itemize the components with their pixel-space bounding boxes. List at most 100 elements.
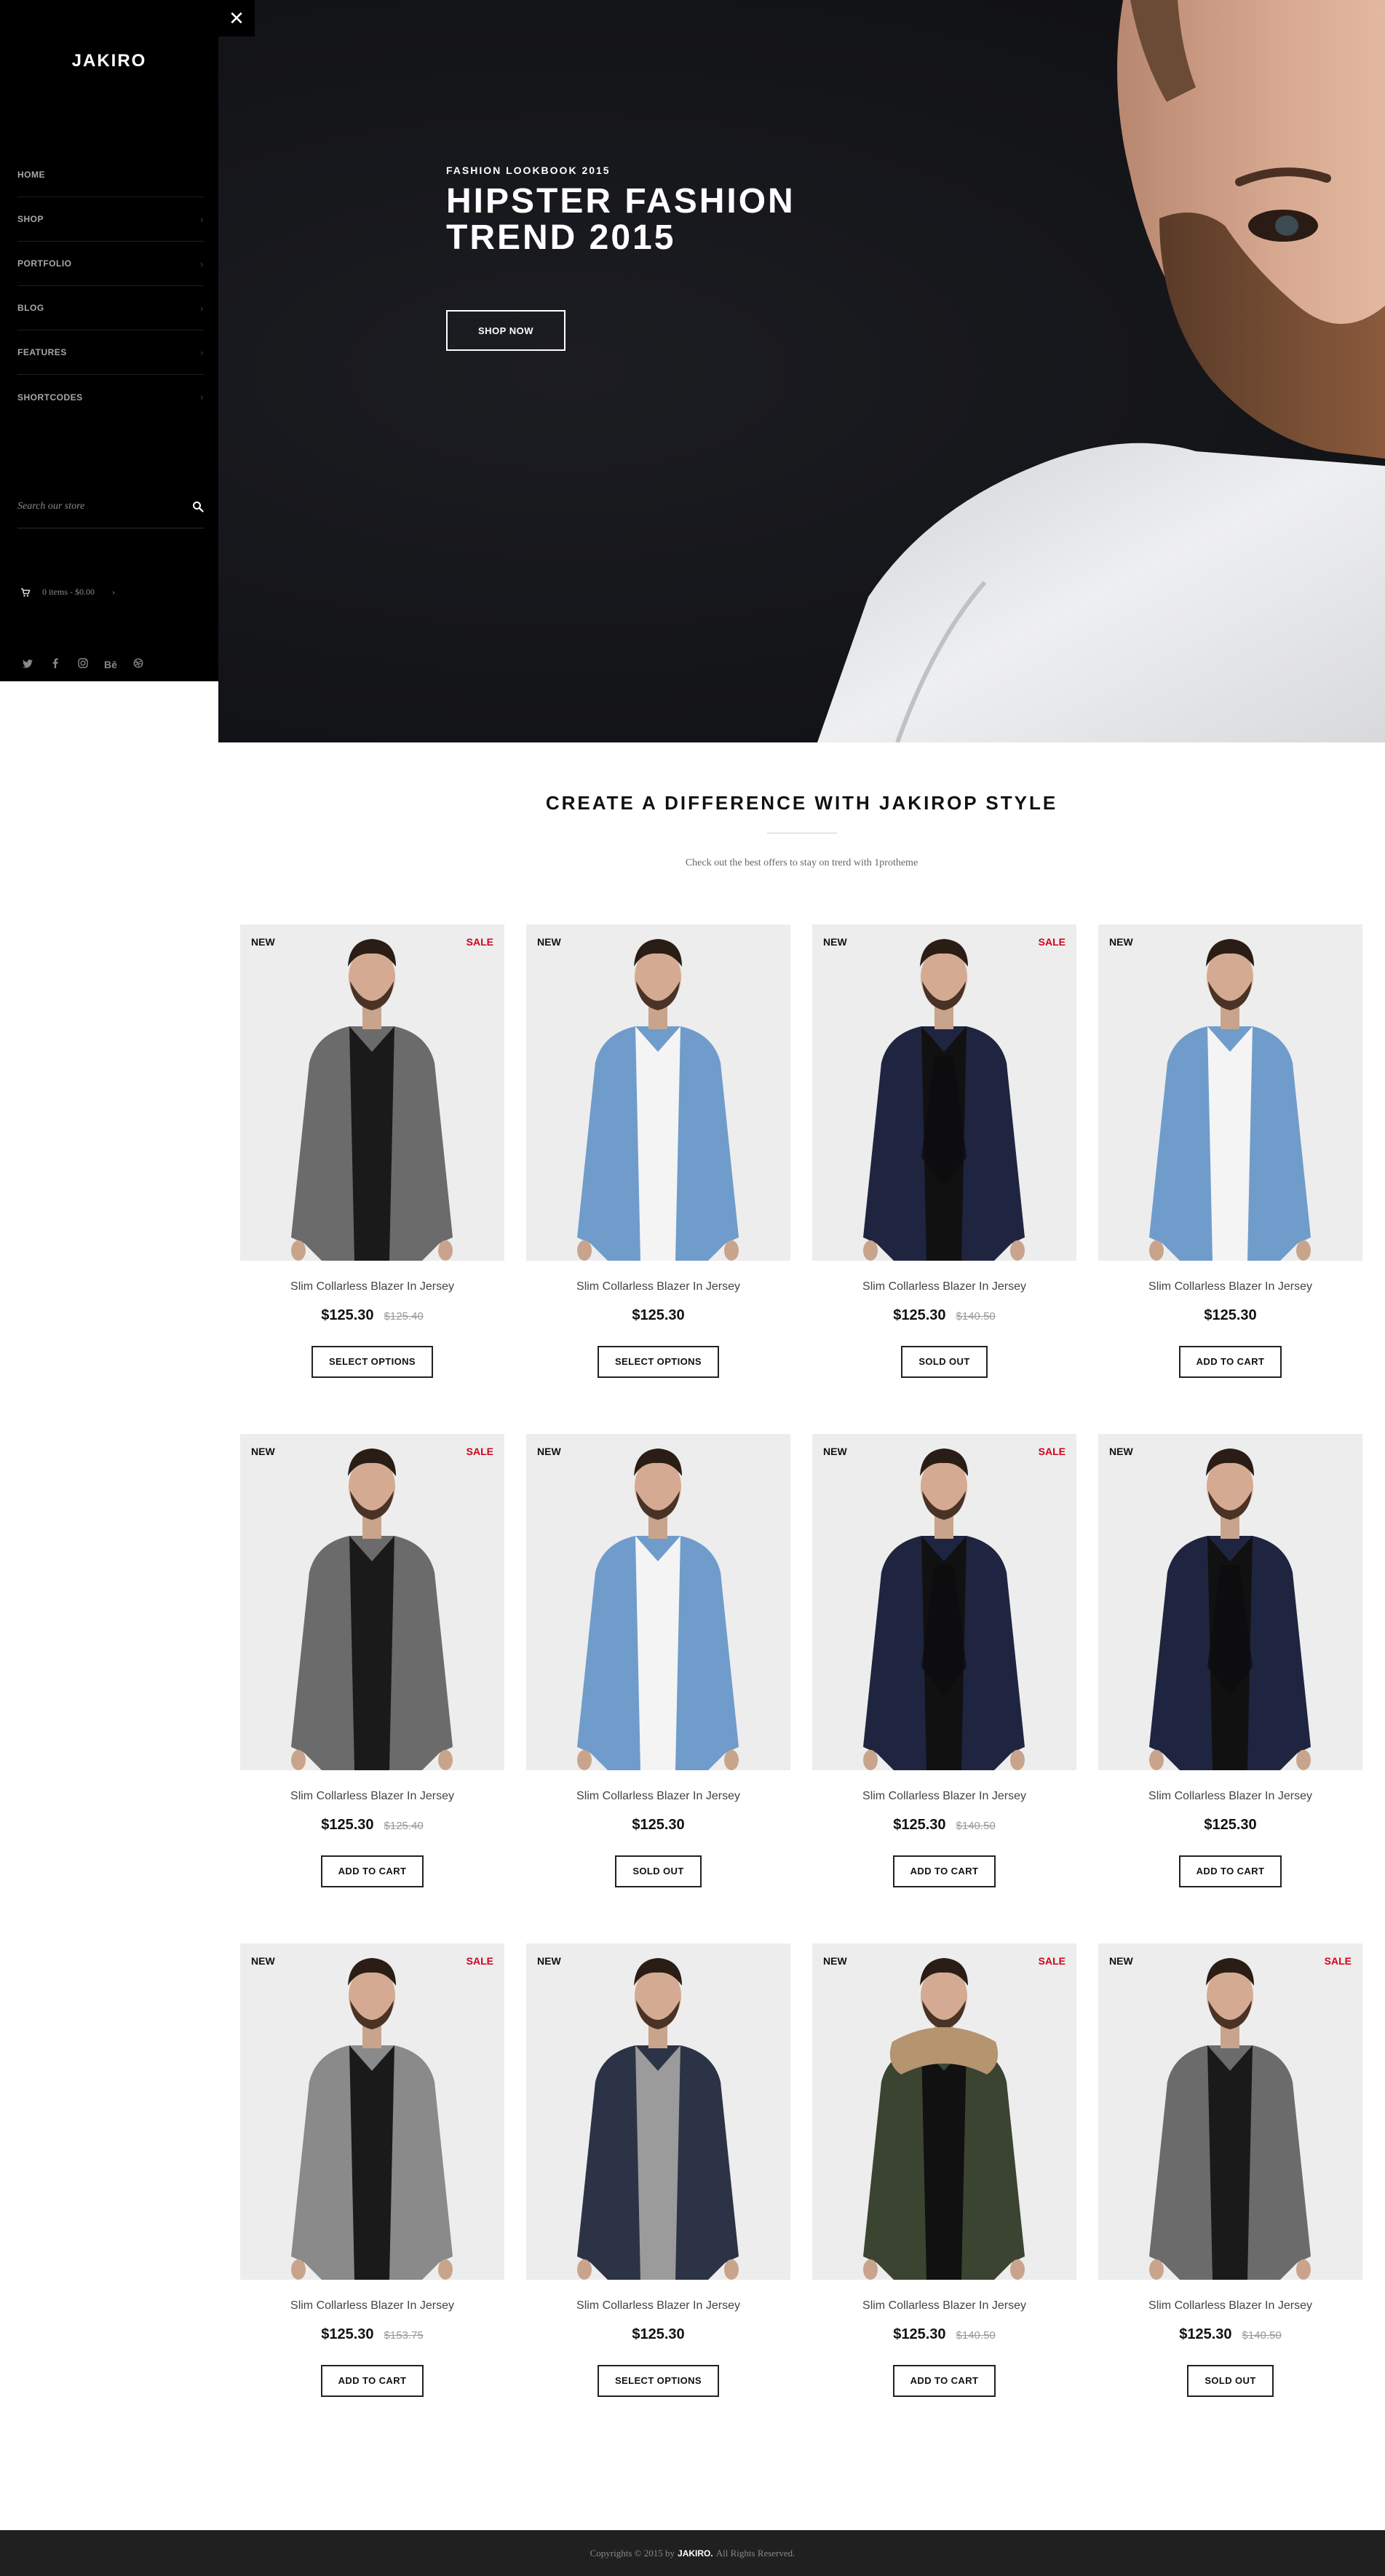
behance-icon[interactable]: Bē	[103, 659, 118, 670]
product-card: NEW Slim Collarless Blazer In Jersey $12…	[1098, 1434, 1362, 1943]
product-name[interactable]: Slim Collarless Blazer In Jersey	[240, 2299, 504, 2313]
product-price-row: $125.30	[526, 1307, 790, 1324]
product-image[interactable]: NEW	[1098, 1434, 1362, 1770]
product-name[interactable]: Slim Collarless Blazer In Jersey	[240, 1790, 504, 1803]
product-image[interactable]: NEW SALE	[812, 924, 1076, 1261]
product-model-image	[526, 1943, 790, 2280]
new-badge: NEW	[1109, 936, 1133, 948]
product-image[interactable]: NEW SALE	[240, 1943, 504, 2280]
product-action: ADD TO CART	[1098, 1346, 1362, 1378]
product-name[interactable]: Slim Collarless Blazer In Jersey	[812, 1790, 1076, 1803]
sale-badge: SALE	[466, 1955, 493, 1967]
product-action-button[interactable]: ADD TO CART	[1178, 1855, 1282, 1887]
product-model-image	[526, 1434, 790, 1770]
product-action-button[interactable]: SELECT OPTIONS	[597, 2365, 719, 2397]
product-action-button[interactable]: SOLD OUT	[615, 1855, 702, 1887]
product-name[interactable]: Slim Collarless Blazer In Jersey	[1098, 1790, 1362, 1803]
product-image[interactable]: NEW SALE	[240, 924, 504, 1261]
nav-item-shortcodes[interactable]: SHORTCODES ›	[17, 375, 204, 419]
new-badge: NEW	[1109, 1446, 1133, 1457]
product-name[interactable]: Slim Collarless Blazer In Jersey	[812, 2299, 1076, 2313]
sale-badge: SALE	[1038, 1955, 1065, 1967]
product-action: ADD TO CART	[240, 2365, 504, 2397]
nav-item-shop[interactable]: SHOP ›	[17, 197, 204, 242]
product-image[interactable]: NEW	[526, 1434, 790, 1770]
nav-label: SHORTCODES	[17, 392, 83, 403]
nav-item-home[interactable]: HOME	[17, 153, 204, 197]
product-image[interactable]: NEW	[1098, 924, 1362, 1261]
product-action-button[interactable]: ADD TO CART	[892, 2365, 996, 2397]
product-image[interactable]: NEW	[526, 924, 790, 1261]
product-action-button[interactable]: SOLD OUT	[901, 1346, 988, 1378]
product-name[interactable]: Slim Collarless Blazer In Jersey	[1098, 1280, 1362, 1293]
product-price-row: $125.30	[526, 2326, 790, 2343]
new-badge: NEW	[251, 1955, 275, 1967]
site-logo[interactable]: JAKIRO	[0, 51, 218, 71]
product-model-image	[1098, 1434, 1362, 1770]
product-old-price: $125.40	[384, 1310, 424, 1323]
product-name[interactable]: Slim Collarless Blazer In Jersey	[240, 1280, 504, 1293]
product-price: $125.30	[321, 2326, 374, 2342]
search-icon[interactable]	[192, 501, 204, 512]
close-icon: ✕	[229, 7, 245, 29]
new-badge: NEW	[537, 1446, 561, 1457]
footer: Copyrights © 2015 by JAKIRO. All Rights …	[0, 2530, 1385, 2576]
product-action-button[interactable]: SELECT OPTIONS	[597, 1346, 719, 1378]
footer-brand[interactable]: JAKIRO.	[678, 2548, 713, 2559]
product-grid: NEW SALE Slim Collarless Blazer In Jerse…	[240, 924, 1363, 2453]
product-name[interactable]: Slim Collarless Blazer In Jersey	[1098, 2299, 1362, 2313]
product-price: $125.30	[632, 2326, 685, 2342]
product-model-image	[240, 1434, 504, 1770]
product-action-button[interactable]: ADD TO CART	[892, 1855, 996, 1887]
section-description: Check out the best offers to stay on tre…	[685, 857, 918, 868]
product-name[interactable]: Slim Collarless Blazer In Jersey	[526, 1280, 790, 1293]
product-price-row: $125.30 $140.50	[812, 2326, 1076, 2343]
search-input[interactable]	[17, 500, 163, 512]
instagram-icon[interactable]	[76, 658, 90, 671]
product-card: NEW SALE Slim Collarless Blazer In Jerse…	[1098, 1943, 1362, 2453]
shop-now-button[interactable]: SHOP NOW	[446, 310, 565, 351]
new-badge: NEW	[823, 1446, 847, 1457]
product-model-image	[1098, 1943, 1362, 2280]
nav-label: SHOP	[17, 214, 44, 224]
chevron-right-icon: ›	[200, 258, 204, 269]
twitter-icon[interactable]	[20, 659, 35, 671]
product-image[interactable]: NEW SALE	[812, 1943, 1076, 2280]
sidebar: JAKIRO HOME SHOP › PORTFOLIO › BLOG › FEATU…	[0, 0, 218, 681]
mini-cart[interactable]: 0 items - $0.00 ›	[20, 587, 115, 598]
product-card: NEW SALE Slim Collarless Blazer In Jerse…	[240, 1943, 504, 2453]
close-sidebar-button[interactable]: ✕	[218, 0, 255, 36]
product-action: SELECT OPTIONS	[526, 2365, 790, 2397]
product-name[interactable]: Slim Collarless Blazer In Jersey	[526, 2299, 790, 2313]
product-price-row: $125.30 $125.40	[240, 1817, 504, 1834]
chevron-right-icon: ›	[112, 587, 115, 597]
nav-item-blog[interactable]: BLOG ›	[17, 286, 204, 330]
product-image[interactable]: NEW	[526, 1943, 790, 2280]
nav-item-portfolio[interactable]: PORTFOLIO ›	[17, 242, 204, 286]
nav-label: FEATURES	[17, 347, 67, 357]
product-name[interactable]: Slim Collarless Blazer In Jersey	[526, 1790, 790, 1803]
facebook-icon[interactable]	[48, 658, 63, 671]
product-price: $125.30	[893, 2326, 946, 2342]
nav-item-features[interactable]: FEATURES ›	[17, 330, 204, 375]
product-old-price: $140.50	[956, 1310, 996, 1323]
product-image[interactable]: NEW SALE	[240, 1434, 504, 1770]
product-model-image	[812, 924, 1076, 1261]
nav-label: BLOG	[17, 303, 44, 313]
new-badge: NEW	[823, 1955, 847, 1967]
social-links: Bē	[20, 658, 146, 671]
product-action-button[interactable]: ADD TO CART	[320, 1855, 424, 1887]
product-action-button[interactable]: ADD TO CART	[1178, 1346, 1282, 1378]
product-action-button[interactable]: SOLD OUT	[1187, 2365, 1274, 2397]
product-model-image	[240, 1943, 504, 2280]
product-action-button[interactable]: ADD TO CART	[320, 2365, 424, 2397]
product-action-button[interactable]: SELECT OPTIONS	[311, 1346, 433, 1378]
product-price: $125.30	[632, 1307, 685, 1323]
dribbble-icon[interactable]	[131, 658, 146, 671]
product-name[interactable]: Slim Collarless Blazer In Jersey	[812, 1280, 1076, 1293]
product-image[interactable]: NEW SALE	[1098, 1943, 1362, 2280]
sidebar-nav: HOME SHOP › PORTFOLIO › BLOG › FEATURES › SH…	[17, 153, 204, 419]
product-action: ADD TO CART	[240, 1855, 504, 1887]
product-image[interactable]: NEW SALE	[812, 1434, 1076, 1770]
product-price: $125.30	[893, 1307, 946, 1323]
